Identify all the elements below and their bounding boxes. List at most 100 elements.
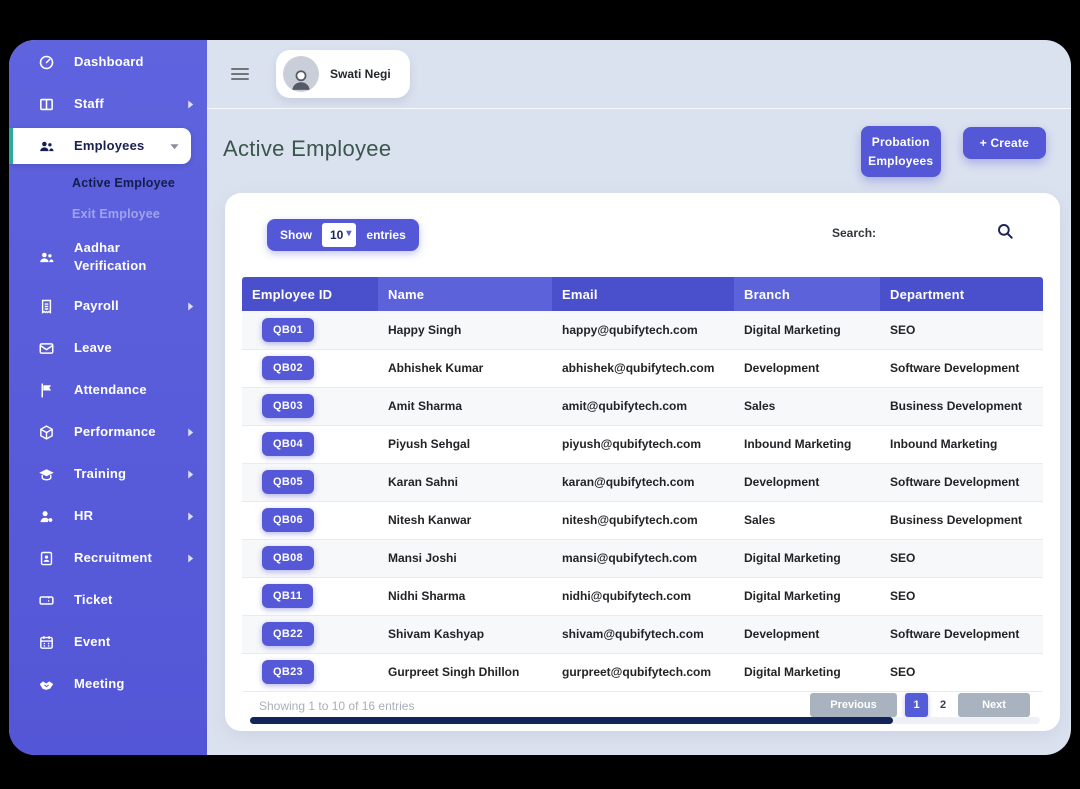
sidebar-item-label: Attendance xyxy=(74,381,195,399)
sidebar-item-performance[interactable]: Performance xyxy=(9,411,207,453)
user-menu[interactable]: Swati Negi xyxy=(276,50,410,98)
cell-email: nitesh@qubifytech.com xyxy=(552,501,734,539)
column-header-email[interactable]: Email xyxy=(552,277,734,311)
employee-id-badge[interactable]: QB22 xyxy=(262,622,314,646)
cell-name: Amit Sharma xyxy=(378,387,552,425)
cell-name: Nidhi Sharma xyxy=(378,577,552,615)
cell-email: karan@qubifytech.com xyxy=(552,463,734,501)
column-header-branch[interactable]: Branch xyxy=(734,277,880,311)
employee-id-badge[interactable]: QB06 xyxy=(262,508,314,532)
employee-id-badge[interactable]: QB04 xyxy=(262,432,314,456)
page-actions: Probation Employees + Create xyxy=(861,126,1046,177)
cell-department: Inbound Marketing xyxy=(880,425,1043,463)
cell-branch: Development xyxy=(734,615,880,653)
cell-email: happy@qubifytech.com xyxy=(552,311,734,349)
column-header-employee-id[interactable]: Employee ID xyxy=(242,277,378,311)
chevron-right-icon xyxy=(183,428,195,437)
employee-id-badge[interactable]: QB02 xyxy=(262,356,314,380)
table-row: QB08Mansi Joshimansi@qubifytech.comDigit… xyxy=(242,539,1043,577)
cell-branch: Digital Marketing xyxy=(734,311,880,349)
employee-id-badge[interactable]: QB05 xyxy=(262,470,314,494)
sidebar-item-training[interactable]: Training xyxy=(9,453,207,495)
cell-email: shivam@qubifytech.com xyxy=(552,615,734,653)
employee-id-badge[interactable]: QB11 xyxy=(262,584,313,608)
search-icon[interactable] xyxy=(993,220,1017,244)
handshake-icon xyxy=(37,675,55,693)
sidebar-item-active-employee[interactable]: Active Employee xyxy=(9,167,207,198)
sidebar-item-label: Recruitment xyxy=(74,549,164,567)
user-gear-icon xyxy=(37,507,55,525)
employee-id-badge[interactable]: QB23 xyxy=(262,660,314,684)
search-input[interactable] xyxy=(883,219,991,247)
avatar xyxy=(283,56,319,92)
sidebar-item-ticket[interactable]: Ticket xyxy=(9,579,207,621)
users-icon xyxy=(37,248,55,266)
sidebar-item-label: Training xyxy=(74,465,164,483)
chevron-right-icon xyxy=(183,470,195,479)
cell-email: amit@qubifytech.com xyxy=(552,387,734,425)
cell-email: nidhi@qubifytech.com xyxy=(552,577,734,615)
envelope-icon xyxy=(37,339,55,357)
employee-id-badge[interactable]: QB08 xyxy=(262,546,314,570)
probation-employees-button[interactable]: Probation Employees xyxy=(861,126,941,177)
horizontal-scrollbar xyxy=(250,717,1040,724)
cell-email: gurpreet@qubifytech.com xyxy=(552,653,734,691)
create-button[interactable]: + Create xyxy=(963,127,1046,159)
cell-branch: Sales xyxy=(734,501,880,539)
column-header-department[interactable]: Department xyxy=(880,277,1043,311)
cell-department: Software Development xyxy=(880,349,1043,387)
next-page-button[interactable]: Next xyxy=(958,693,1030,717)
table-body: QB01Happy Singhhappy@qubifytech.comDigit… xyxy=(242,311,1043,691)
sidebar-item-label: Ticket xyxy=(74,591,195,609)
sidebar-item-recruitment[interactable]: Recruitment xyxy=(9,537,207,579)
sidebar-sub-label: Active Employee xyxy=(72,176,175,190)
sidebar-item-attendance[interactable]: Attendance xyxy=(9,369,207,411)
sidebar-item-event[interactable]: Event xyxy=(9,621,207,663)
previous-page-button[interactable]: Previous xyxy=(810,693,897,717)
page-size-select[interactable]: 10 ▾ xyxy=(322,223,356,247)
search-label: Search: xyxy=(832,226,876,240)
app-window: DashboardStaffEmployees Active Employee Ex… xyxy=(9,40,1071,755)
employee-id-badge[interactable]: QB01 xyxy=(262,318,314,342)
sidebar-item-leave[interactable]: Leave xyxy=(9,327,207,369)
cell-department: SEO xyxy=(880,653,1043,691)
chevron-down-icon: ▾ xyxy=(346,229,351,239)
sidebar-item-staff[interactable]: Staff xyxy=(9,83,207,125)
employee-id-badge[interactable]: QB03 xyxy=(262,394,314,418)
column-header-name[interactable]: Name xyxy=(378,277,552,311)
page-button-2[interactable]: 2 xyxy=(936,699,950,711)
cell-branch: Digital Marketing xyxy=(734,577,880,615)
chevron-right-icon xyxy=(183,512,195,521)
table-row: QB11 Nidhi Sharmanidhi@qubifytech.comDigi… xyxy=(242,577,1043,615)
cell-name: Shivam Kashyap xyxy=(378,615,552,653)
sidebar-item-label: Aadhar Verification xyxy=(74,239,166,274)
ticket-icon xyxy=(37,591,55,609)
sidebar: DashboardStaffEmployees Active Employee Ex… xyxy=(9,40,207,755)
page-button-1[interactable]: 1 xyxy=(905,693,928,717)
sidebar-item-meeting[interactable]: Meeting xyxy=(9,663,207,705)
gauge-icon xyxy=(37,53,55,71)
sidebar-item-hr[interactable]: HR xyxy=(9,495,207,537)
sidebar-item-employees[interactable]: Employees xyxy=(9,128,191,164)
sidebar-item-aadhar-verification[interactable]: Aadhar Verification xyxy=(9,229,207,285)
topbar: Swati Negi xyxy=(207,40,1071,109)
main-area: Swati Negi Active Employee Probation Emp… xyxy=(207,40,1071,755)
sidebar-item-dashboard[interactable]: Dashboard xyxy=(9,41,207,83)
table-row: QB02Abhishek Kumarabhishek@qubifytech.co… xyxy=(242,349,1043,387)
sidebar-item-payroll[interactable]: Payroll xyxy=(9,285,207,327)
table-header: Employee IDNameEmailBranchDepartment xyxy=(242,277,1043,311)
table-row: QB06Nitesh Kanwarnitesh@qubifytech.comSa… xyxy=(242,501,1043,539)
cell-branch: Development xyxy=(734,463,880,501)
cell-department: Business Development xyxy=(880,387,1043,425)
page-header: Active Employee Probation Employees + Cr… xyxy=(207,109,1071,193)
cell-department: Software Development xyxy=(880,463,1043,501)
sidebar-item-exit-employee[interactable]: Exit Employee xyxy=(9,198,207,229)
cell-email: abhishek@qubifytech.com xyxy=(552,349,734,387)
hamburger-menu-icon[interactable] xyxy=(231,68,249,80)
calendar-icon xyxy=(37,633,55,651)
chevron-right-icon xyxy=(183,554,195,563)
chevron-right-icon xyxy=(183,100,195,109)
scrollbar-thumb[interactable] xyxy=(250,717,893,724)
flag-icon xyxy=(37,381,55,399)
entries-label: entries xyxy=(366,228,405,242)
